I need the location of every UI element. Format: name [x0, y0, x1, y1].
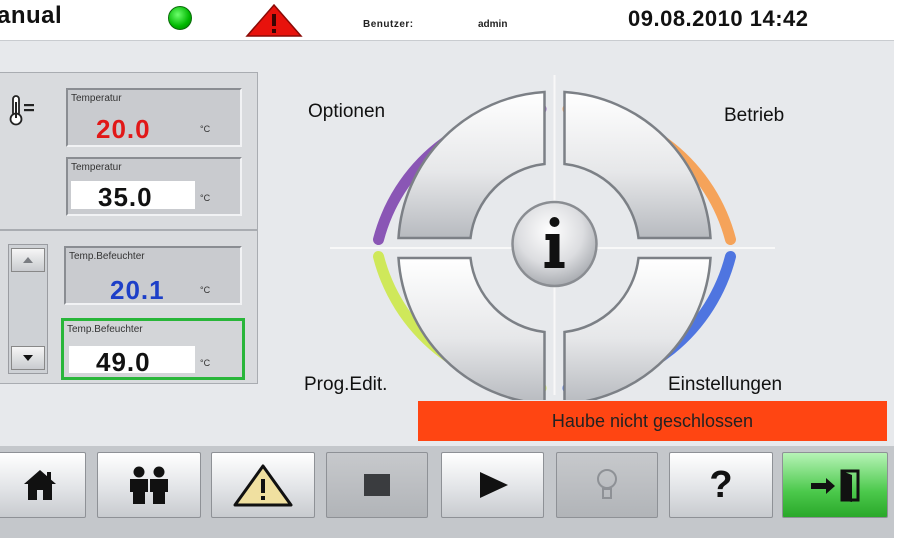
arrow-down-icon [23, 355, 33, 361]
thermometer-icon [9, 95, 34, 126]
date-time: 09.08.2010 14:42 [628, 6, 809, 31]
arrow-up-icon [23, 257, 33, 263]
warning-icon [233, 464, 293, 507]
alarm-list-button[interactable] [211, 452, 315, 518]
help-button[interactable]: ? [669, 452, 773, 518]
users-icon [130, 466, 168, 504]
alarm-banner[interactable]: Haube nicht geschlossen [418, 401, 887, 441]
temperature-setpoint-value[interactable]: 35.0 [98, 182, 153, 213]
humidifier-actual-unit: °C [200, 285, 211, 295]
program-edit-label[interactable]: Prog.Edit. [304, 374, 387, 396]
help-icon: ? [709, 463, 733, 506]
exit-icon [811, 469, 860, 502]
screen-border [894, 0, 900, 538]
temperature-setpoint-field[interactable]: Temperatur 35.0 °C [66, 157, 242, 216]
play-icon [479, 472, 508, 498]
humidifier-setpoint-value[interactable]: 49.0 [96, 347, 151, 378]
menu-wheel [330, 75, 775, 400]
settings-label[interactable]: Einstellungen [668, 374, 782, 396]
temperature-actual-field: Temperatur 20.0 °C [66, 88, 242, 147]
scroll-up-button[interactable] [11, 248, 45, 272]
stop-icon [364, 474, 390, 496]
program-edit-segment[interactable] [397, 256, 546, 400]
light-button[interactable] [556, 452, 658, 518]
humidifier-setpoint-field[interactable]: Temp.Befeuchter 49.0 °C [61, 318, 245, 380]
user-name: admin [478, 19, 508, 30]
exit-button[interactable] [782, 452, 888, 518]
controller-screen: anual Benutzer: admin 09.08.2010 14:42 T… [0, 0, 894, 538]
humidifier-actual-value: 20.1 [110, 275, 165, 305]
home-button[interactable] [0, 452, 86, 518]
home-icon [24, 470, 56, 500]
temperature-setpoint-unit: °C [200, 193, 211, 203]
users-button[interactable] [97, 452, 201, 518]
panel-scrollbar[interactable] [8, 244, 48, 374]
temperature-actual-label: Temperatur [71, 93, 122, 104]
start-button[interactable] [441, 452, 544, 518]
bulb-icon [597, 469, 617, 499]
humidifier-actual-field: Temp.Befeuchter 20.1 °C [64, 246, 242, 305]
options-label[interactable]: Optionen [308, 101, 385, 123]
status-bar: anual Benutzer: admin 09.08.2010 14:42 [0, 0, 894, 41]
temperature-actual-value: 20.0 [96, 114, 151, 144]
temperature-setpoint-label: Temperatur [71, 162, 122, 173]
operation-label[interactable]: Betrieb [724, 105, 784, 127]
humidifier-setpoint-label: Temp.Befeuchter [67, 324, 143, 335]
temperature-actual-unit: °C [200, 124, 211, 134]
humidifier-actual-label: Temp.Befeuchter [69, 251, 145, 262]
humidifier-setpoint-unit: °C [200, 358, 211, 368]
status-led-icon [168, 6, 192, 30]
operating-mode: anual [0, 2, 63, 29]
bottom-navigation: ? [0, 446, 894, 538]
user-label: Benutzer: [363, 19, 414, 30]
alarm-message: Haube nicht geschlossen [551, 410, 754, 431]
warning-triangle-icon[interactable] [245, 3, 303, 37]
stop-button[interactable] [326, 452, 428, 518]
scroll-down-button[interactable] [11, 346, 45, 370]
